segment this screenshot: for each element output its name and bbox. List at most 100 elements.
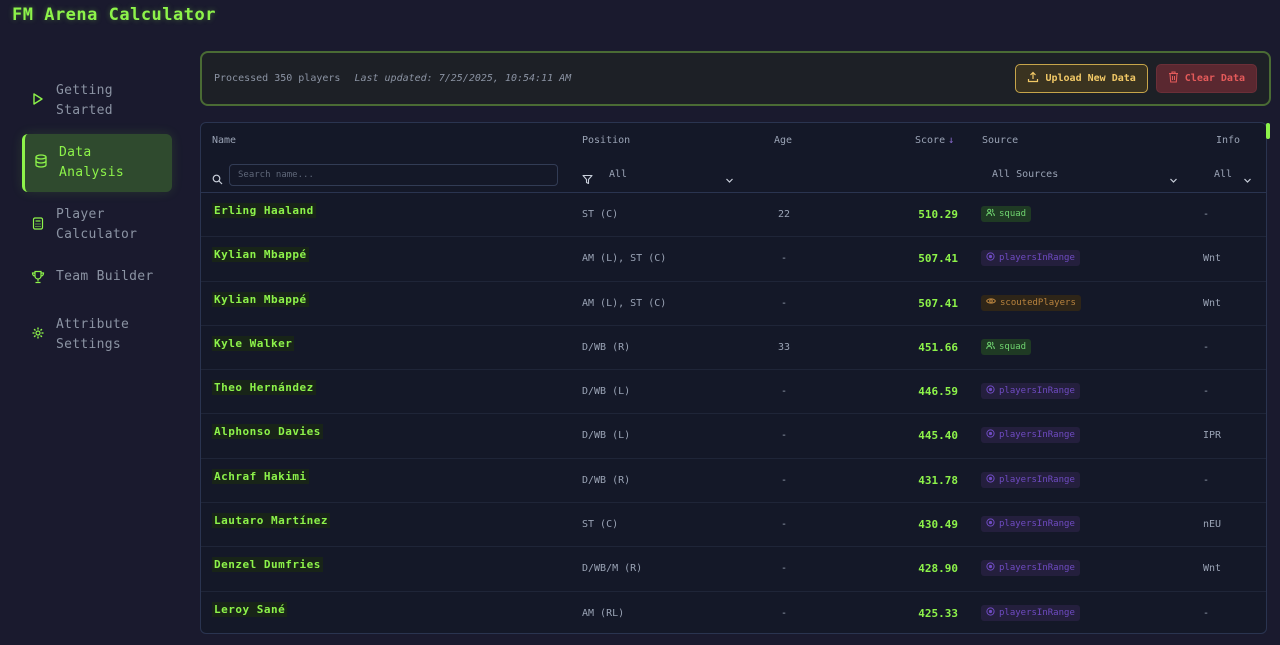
player-info: Wnt (1203, 563, 1222, 575)
source-badge: playersInRange (981, 250, 1080, 267)
player-name[interactable]: Achraf Hakimi (212, 468, 309, 484)
source-filter-select[interactable]: All Sources (984, 159, 1181, 193)
filter-icon (582, 170, 593, 189)
player-position: ST (C) (582, 519, 619, 531)
sidebar-item-getting-started[interactable]: Getting Started (22, 72, 172, 130)
last-updated: Last updated: 7/25/2025, 10:54:11 AM (354, 73, 572, 84)
calculator-icon (30, 215, 46, 231)
sidebar-item-label: Player Calculator (56, 207, 138, 242)
player-age: - (780, 386, 788, 398)
source-badge-label: playersInRange (999, 607, 1075, 618)
source-cell: playersInRange (981, 516, 1080, 533)
player-score: 510.29 (918, 208, 958, 221)
header-age[interactable]: Age (774, 135, 792, 146)
source-badge: squad (981, 338, 1032, 355)
player-info: - (1203, 209, 1210, 220)
upload-data-button[interactable]: Upload New Data (1015, 64, 1148, 93)
eye-icon (986, 297, 996, 308)
player-position: ST (C) (582, 209, 619, 220)
player-info: nEU (1203, 519, 1222, 531)
header-source[interactable]: Source (982, 135, 1018, 146)
player-position: AM (RL) (582, 607, 625, 619)
table-row[interactable]: Kylian Mbappé AM (L), ST (C) - 507.41 sc… (201, 282, 1266, 326)
player-age: 22 (777, 209, 791, 220)
scrollbar-thumb[interactable] (1266, 123, 1270, 139)
table-row[interactable]: Kylian Mbappé AM (L), ST (C) - 507.41 pl… (201, 237, 1266, 282)
trophy-icon (30, 269, 46, 285)
info-filter-value: All (1214, 169, 1233, 180)
users-icon (986, 208, 995, 220)
player-name[interactable]: Kyle Walker (212, 335, 295, 351)
header-name[interactable]: Name (212, 135, 236, 146)
player-age: - (780, 253, 788, 265)
header-score-label: Score (915, 135, 946, 146)
player-score: 431.78 (918, 473, 958, 487)
source-filter-value: All Sources (992, 169, 1059, 180)
header-info[interactable]: Info (1216, 135, 1240, 146)
sidebar-item-attribute-settings[interactable]: Attribute Settings (22, 306, 172, 364)
player-position: D/WB (L) (582, 430, 631, 442)
player-age: - (780, 563, 788, 575)
source-cell: playersInRange (981, 383, 1080, 400)
table-row[interactable]: Lautaro Martínez ST (C) - 430.49 players… (201, 503, 1266, 548)
source-badge-label: squad (999, 209, 1027, 219)
table-row[interactable]: Leroy Sané AM (RL) - 425.33 playersInRan… (201, 592, 1266, 633)
player-name[interactable]: Denzel Dumfries (212, 557, 323, 573)
player-info: - (1203, 386, 1210, 398)
source-badge-label: playersInRange (999, 474, 1075, 485)
player-age: - (780, 519, 788, 531)
target-icon (986, 518, 995, 530)
sidebar-item-label: Attribute Settings (56, 317, 130, 352)
source-cell: squad (981, 206, 1032, 222)
source-badge: playersInRange (981, 516, 1080, 533)
position-filter-select[interactable]: All (601, 159, 736, 193)
player-info: - (1203, 607, 1210, 619)
header-position[interactable]: Position (582, 135, 630, 146)
search-icon (212, 170, 223, 189)
table-row[interactable]: Achraf Hakimi D/WB (R) - 431.78 playersI… (201, 459, 1266, 504)
clear-data-button[interactable]: Clear Data (1155, 64, 1257, 93)
table-body: Erling Haaland ST (C) 22 510.29 squad - … (201, 193, 1266, 633)
sidebar-item-player-calculator[interactable]: Player Calculator (22, 196, 172, 254)
player-age: - (780, 607, 788, 619)
player-score: 451.66 (918, 340, 958, 354)
player-name[interactable]: Kylian Mbappé (212, 247, 309, 263)
table-row[interactable]: Theo Hernández D/WB (L) - 446.59 players… (201, 370, 1266, 415)
table-row[interactable]: Erling Haaland ST (C) 22 510.29 squad - (201, 193, 1266, 238)
source-badge-label: playersInRange (999, 519, 1075, 530)
player-age: - (780, 474, 788, 486)
sidebar-item-label: Getting Started (56, 83, 113, 118)
player-score: 430.49 (918, 518, 958, 532)
table-row[interactable]: Denzel Dumfries D/WB/M (R) - 428.90 play… (201, 547, 1266, 592)
search-input[interactable]: Search name... (229, 164, 558, 186)
info-filter-select[interactable]: All (1206, 159, 1256, 193)
chevron-down-icon (1169, 170, 1178, 189)
status-bar: Processed 350 players Last updated: 7/25… (200, 51, 1271, 106)
player-age: 33 (777, 341, 791, 353)
source-badge: playersInRange (981, 383, 1080, 400)
sort-desc-icon: ↓ (948, 135, 955, 146)
source-cell: playersInRange (981, 471, 1080, 488)
player-name[interactable]: Lautaro Martínez (212, 513, 330, 529)
source-cell: squad (981, 338, 1032, 355)
table-row[interactable]: Kyle Walker D/WB (R) 33 451.66 squad - (201, 326, 1266, 371)
player-position: AM (L), ST (C) (582, 297, 667, 309)
users-icon (986, 341, 995, 353)
player-info: IPR (1203, 430, 1222, 442)
player-name[interactable]: Alphonso Davies (212, 424, 323, 440)
player-name[interactable]: Erling Haaland (212, 203, 316, 218)
upload-icon (1027, 71, 1039, 86)
player-name[interactable]: Kylian Mbappé (212, 291, 309, 307)
source-badge-label: playersInRange (999, 386, 1075, 397)
player-name[interactable]: Leroy Sané (212, 601, 288, 617)
player-position: D/WB/M (R) (582, 563, 643, 575)
header-score[interactable]: Score ↓ (915, 135, 954, 146)
sidebar-item-team-builder[interactable]: Team Builder (22, 258, 172, 298)
table-row[interactable]: Alphonso Davies D/WB (L) - 445.40 player… (201, 414, 1266, 459)
source-badge: playersInRange (981, 427, 1080, 444)
player-name[interactable]: Theo Hernández (212, 380, 316, 396)
sidebar-item-label: Team Builder (56, 269, 154, 284)
sidebar-item-data-analysis[interactable]: Data Analysis (22, 134, 172, 192)
target-icon (986, 429, 995, 441)
source-badge-label: playersInRange (999, 563, 1075, 574)
